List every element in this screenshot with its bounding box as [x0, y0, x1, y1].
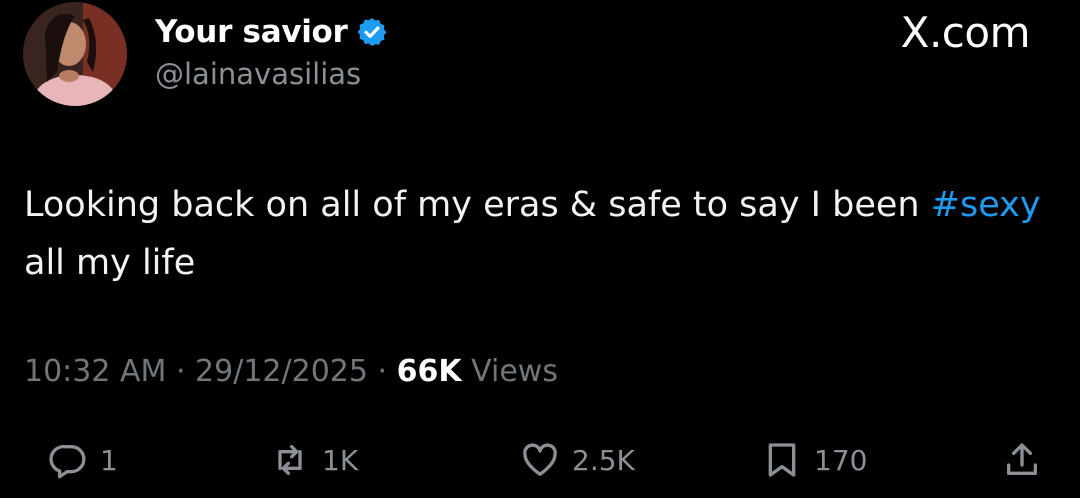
- reply-count: 1: [100, 443, 118, 477]
- reply-icon: [49, 444, 86, 479]
- bookmark-icon: [768, 443, 796, 477]
- author-handle[interactable]: @lainavasilias: [155, 57, 361, 91]
- meta-separator: ·: [377, 354, 388, 389]
- bookmark-button[interactable]: 170: [762, 438, 867, 482]
- heart-icon: [523, 443, 557, 476]
- meta-separator: ·: [175, 354, 186, 389]
- avatar[interactable]: [23, 2, 127, 106]
- tweet-date[interactable]: 29/12/2025: [195, 354, 368, 389]
- views-count: 66K: [396, 354, 462, 389]
- views-label: Views: [471, 354, 558, 389]
- tweet-meta: 10:32 AM · 29/12/2025 · 66K Views: [24, 354, 558, 389]
- tweet-text: Looking back on all of my eras & safe to…: [24, 176, 1044, 292]
- share-button[interactable]: [1002, 438, 1042, 482]
- tweet-text-part1: Looking back on all of my eras & safe to…: [24, 185, 931, 225]
- hashtag-link[interactable]: #sexy: [931, 185, 1041, 225]
- avatar-photo: [23, 2, 127, 106]
- like-count: 2.5K: [572, 443, 635, 477]
- tweet-text-part2: all my life: [24, 243, 196, 283]
- repost-icon: [278, 445, 302, 475]
- display-name[interactable]: Your savior: [155, 14, 348, 50]
- tweet-time[interactable]: 10:32 AM: [24, 354, 166, 389]
- share-icon: [1007, 443, 1037, 475]
- repost-count: 1K: [322, 443, 359, 477]
- author-name-row[interactable]: Your savior: [155, 10, 388, 54]
- like-button[interactable]: 2.5K: [520, 438, 635, 482]
- repost-button[interactable]: 1K: [270, 438, 358, 482]
- x-logo: X.com: [900, 8, 1031, 57]
- reply-button[interactable]: 1: [48, 438, 118, 482]
- bookmark-count: 170: [814, 443, 868, 477]
- verified-badge-icon: [357, 18, 386, 46]
